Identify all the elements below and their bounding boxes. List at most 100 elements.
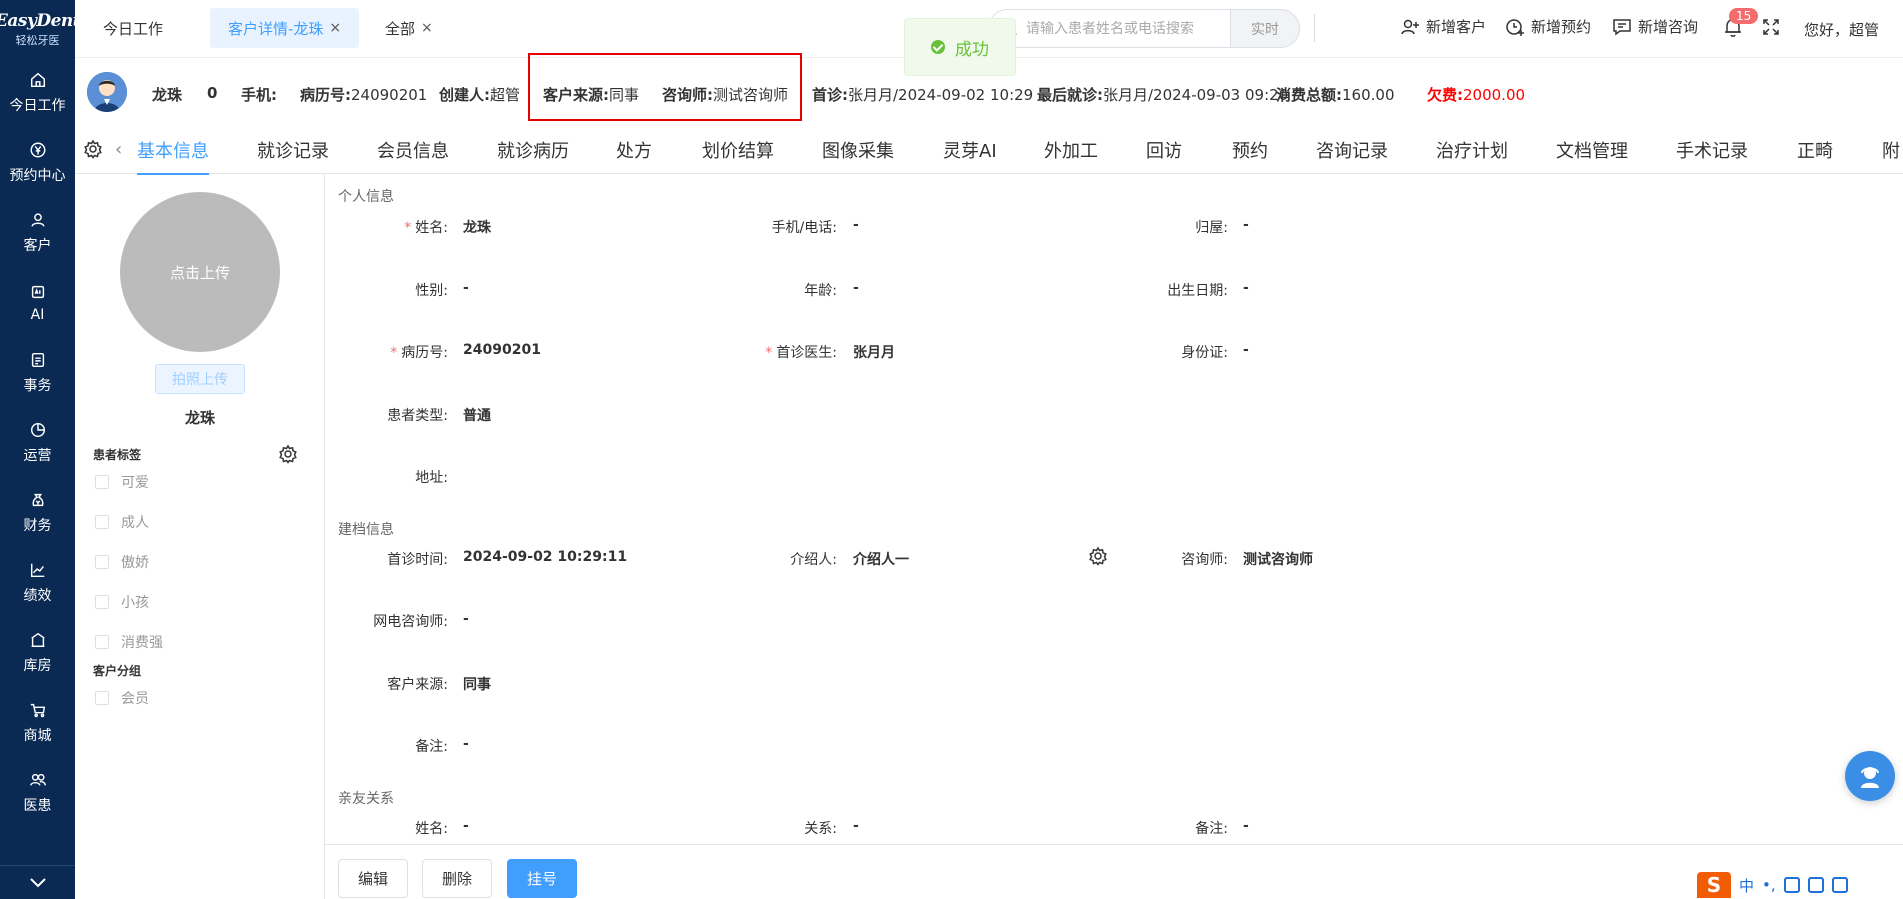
sidebar-item-performance[interactable]: 绩效 bbox=[0, 548, 75, 618]
sidebar-item-today[interactable]: 今日工作 bbox=[0, 58, 75, 128]
subtab-ai[interactable]: 灵芽AI bbox=[943, 137, 997, 163]
ime-lang[interactable]: 中 bbox=[1739, 875, 1754, 896]
relative-name-value: - bbox=[463, 818, 469, 834]
add-consultation-button[interactable]: 新增咨询 bbox=[1612, 16, 1698, 37]
tag-checkbox[interactable]: 成人 bbox=[95, 512, 149, 532]
tag-checkbox[interactable]: 小孩 bbox=[95, 592, 149, 612]
edit-button[interactable]: 编辑 bbox=[338, 859, 408, 898]
chevron-down-icon bbox=[29, 877, 46, 887]
subtab-followup[interactable]: 回访 bbox=[1146, 137, 1182, 163]
tag-label: 可爱 bbox=[121, 475, 149, 491]
skin-icon[interactable] bbox=[1831, 877, 1848, 893]
brand-logo: EasyDent 轻松牙医 bbox=[0, 0, 81, 58]
subtab-images[interactable]: 图像采集 bbox=[822, 137, 894, 163]
subtab-documents[interactable]: 文档管理 bbox=[1556, 137, 1628, 163]
record-value: 24090201 bbox=[463, 342, 541, 358]
subtab-consult-records[interactable]: 咨询记录 bbox=[1316, 137, 1388, 163]
search-input[interactable] bbox=[1026, 20, 1226, 37]
relative-remark-value: - bbox=[1243, 818, 1249, 834]
subtab-treatment-plan[interactable]: 治疗计划 bbox=[1436, 137, 1508, 163]
tab-settings-button[interactable] bbox=[83, 139, 103, 163]
relative-remark-label: 备注: bbox=[1195, 821, 1228, 837]
birth-value: - bbox=[1243, 280, 1249, 296]
sidebar-item-operations[interactable]: 运营 bbox=[0, 408, 75, 478]
detail-tabs: ‹ 基本信息 就诊记录 会员信息 就诊病历 处方 划价结算 图像采集 灵芽AI … bbox=[75, 125, 1903, 175]
tag-checkbox[interactable]: 消费强 bbox=[95, 632, 163, 652]
group-label: 会员 bbox=[121, 691, 149, 707]
sidebar-item-finance[interactable]: 财务 bbox=[0, 478, 75, 548]
sidebar-item-customers[interactable]: 客户 bbox=[0, 198, 75, 268]
add-customer-button[interactable]: 新增客户 bbox=[1400, 16, 1486, 37]
add-appointment-button[interactable]: 新增预约 bbox=[1505, 16, 1591, 37]
subtab-visit-records[interactable]: 就诊记录 bbox=[257, 137, 329, 163]
sidebar-item-ai[interactable]: AI bbox=[0, 268, 75, 338]
sidebar-item-mall[interactable]: 商城 bbox=[0, 688, 75, 758]
user-greeting[interactable]: 您好，超管 bbox=[1804, 19, 1879, 40]
tab-label: 全部 bbox=[385, 19, 416, 38]
tag-settings-button[interactable] bbox=[278, 444, 298, 468]
form-actions: 编辑 删除 挂号 bbox=[325, 844, 1903, 899]
delete-button[interactable]: 删除 bbox=[422, 859, 492, 898]
subtab-more[interactable]: 附 bbox=[1882, 137, 1900, 163]
add-consultation-label: 新增咨询 bbox=[1638, 18, 1699, 36]
first-visit-time-label: 首诊时间: bbox=[387, 552, 448, 568]
birth-label: 出生日期: bbox=[1167, 283, 1228, 299]
tag-label: 小孩 bbox=[121, 595, 149, 611]
patient-last-visit: 最后就诊:张月月/2024-09-03 09:20 bbox=[1037, 86, 1289, 104]
tab-all[interactable]: 全部 × bbox=[367, 8, 451, 48]
search-mode-button[interactable]: 实时 bbox=[1230, 9, 1300, 48]
warehouse-icon bbox=[30, 632, 45, 648]
checkbox-box bbox=[95, 515, 109, 529]
ai-chip-icon bbox=[31, 285, 44, 299]
sidebar-item-appointments[interactable]: 预约中心 bbox=[0, 128, 75, 198]
subtab-membership[interactable]: 会员信息 bbox=[377, 137, 449, 163]
address-label: 地址: bbox=[415, 470, 448, 486]
money-bag-icon bbox=[31, 493, 44, 507]
tag-label: 傲娇 bbox=[121, 555, 149, 571]
subtab-basic-info[interactable]: 基本信息 bbox=[137, 137, 209, 175]
subtab-billing[interactable]: 划价结算 bbox=[702, 137, 774, 163]
sidebar-item-label: AI bbox=[30, 307, 45, 323]
success-toast: 成功 bbox=[904, 18, 1016, 76]
sidebar-scroll-down[interactable] bbox=[0, 865, 75, 899]
fullscreen-button[interactable] bbox=[1762, 18, 1780, 40]
patient-avatar[interactable] bbox=[87, 72, 127, 112]
customer-service-button[interactable] bbox=[1845, 751, 1895, 801]
add-appointment-label: 新增预约 bbox=[1531, 18, 1592, 36]
photo-upload-button[interactable]: 拍照上传 bbox=[155, 364, 245, 394]
name-label: * 姓名: bbox=[404, 220, 448, 236]
ime-punct[interactable]: •, bbox=[1762, 876, 1776, 894]
subtab-prescription[interactable]: 处方 bbox=[616, 137, 652, 163]
record-label: * 病历号: bbox=[390, 345, 448, 361]
patient-type-label: 患者类型: bbox=[387, 408, 448, 424]
subtab-appointments[interactable]: 预约 bbox=[1232, 137, 1268, 163]
sidebar-item-warehouse[interactable]: 库房 bbox=[0, 618, 75, 688]
sidebar-item-label: 库房 bbox=[23, 658, 52, 674]
mic-icon[interactable] bbox=[1783, 877, 1800, 893]
tab-today[interactable]: 今日工作 bbox=[85, 8, 181, 48]
sidebar-item-label: 客户 bbox=[23, 238, 52, 254]
tag-checkbox[interactable]: 傲娇 bbox=[95, 552, 149, 572]
chevron-left-icon[interactable]: ‹ bbox=[115, 139, 122, 160]
tab-customer-detail[interactable]: 客户详情-龙珠 × bbox=[210, 8, 360, 48]
subtab-outsourcing[interactable]: 外加工 bbox=[1044, 137, 1098, 163]
keyboard-icon[interactable] bbox=[1807, 877, 1824, 893]
patient-type-value: 普通 bbox=[463, 408, 491, 424]
relation-label: 关系: bbox=[804, 821, 837, 837]
sidebar-item-affairs[interactable]: 事务 bbox=[0, 338, 75, 408]
clipboard-icon bbox=[31, 352, 44, 368]
register-button[interactable]: 挂号 bbox=[507, 859, 577, 898]
sidebar-item-doctor-patient[interactable]: 医患 bbox=[0, 758, 75, 828]
notification-count-badge: 15 bbox=[1729, 8, 1759, 24]
avatar-upload[interactable]: 点击上传 bbox=[120, 192, 280, 352]
introducer-settings-button[interactable] bbox=[1088, 546, 1108, 570]
close-icon[interactable]: × bbox=[421, 20, 433, 36]
subtab-orthodontics[interactable]: 正畸 bbox=[1797, 137, 1833, 163]
subtab-medical-records[interactable]: 就诊病历 bbox=[497, 137, 569, 163]
close-icon[interactable]: × bbox=[329, 20, 341, 36]
group-checkbox[interactable]: 会员 bbox=[95, 688, 149, 708]
tag-checkbox[interactable]: 可爱 bbox=[95, 472, 149, 492]
subtab-surgery[interactable]: 手术记录 bbox=[1676, 137, 1748, 163]
first-doctor-label: * 首诊医生: bbox=[765, 345, 837, 361]
sidebar-item-label: 医患 bbox=[23, 798, 52, 814]
